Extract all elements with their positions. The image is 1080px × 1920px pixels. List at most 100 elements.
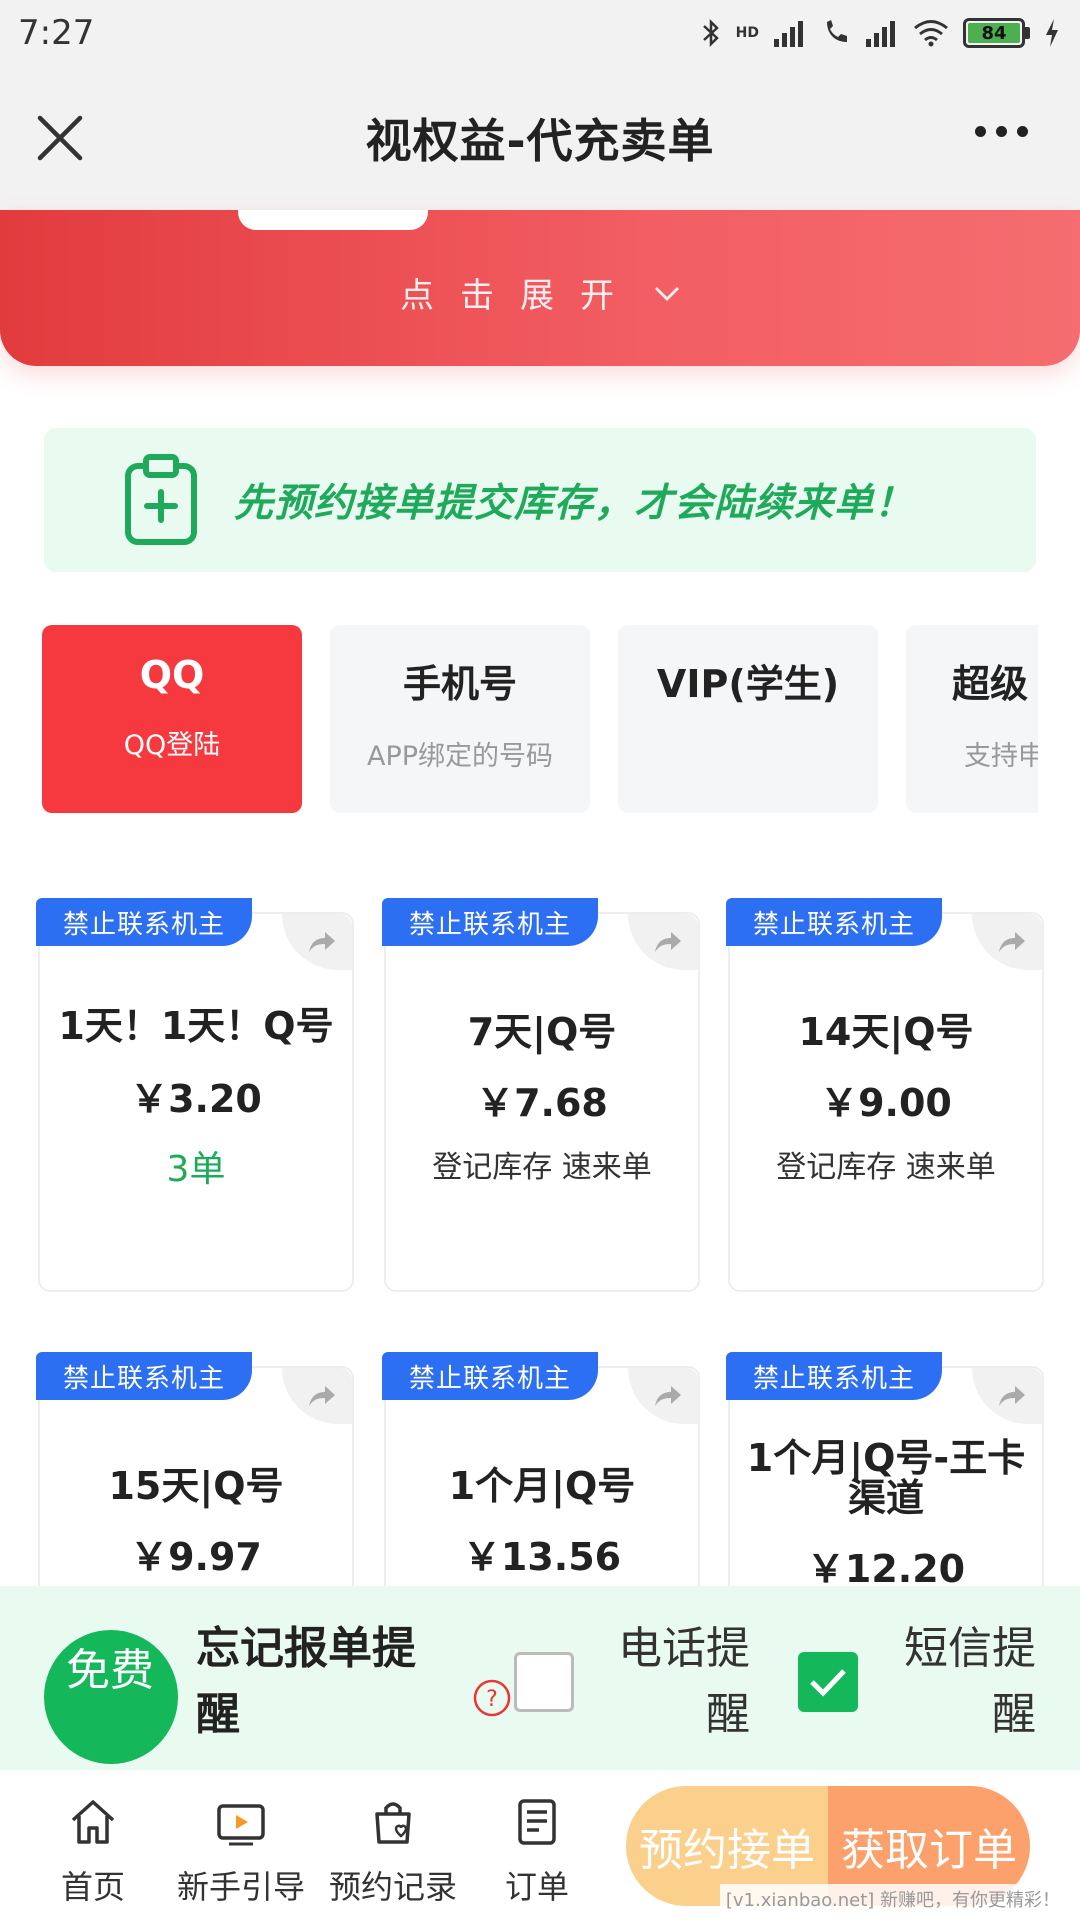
category-title: 超级 bbox=[952, 662, 1029, 706]
status-time: 7:27 bbox=[18, 13, 95, 53]
clipboard-plus-icon bbox=[125, 454, 197, 545]
status-bar: 7:27 HD 84 bbox=[0, 0, 1080, 66]
nav-label: 预约记录 bbox=[328, 1868, 457, 1906]
battery-icon: 84 bbox=[963, 18, 1030, 48]
share-icon bbox=[999, 932, 1025, 952]
product-name: 7天|Q号 bbox=[467, 1010, 617, 1054]
hd-signal-label: HD bbox=[735, 25, 759, 41]
stock-tag: 登记库存 速来单 bbox=[432, 1150, 652, 1185]
no-contact-badge: 禁止联系机主 bbox=[36, 898, 252, 946]
question-circle-icon[interactable]: ? bbox=[472, 1678, 512, 1718]
close-button[interactable] bbox=[34, 112, 86, 164]
phone-reminder-checkbox[interactable] bbox=[514, 1652, 574, 1712]
product-card[interactable]: 禁止联系机主 1个月|Q号-王卡渠道 ￥12.20 bbox=[726, 1352, 1044, 1606]
category-title: QQ bbox=[139, 653, 205, 697]
more-dot-icon bbox=[996, 126, 1007, 137]
stock-tag: 登记库存 速来单 bbox=[776, 1150, 996, 1185]
product-card[interactable]: 禁止联系机主 1个月|Q号 ￥13.56 bbox=[382, 1352, 700, 1606]
product-price: ￥9.97 bbox=[130, 1535, 262, 1579]
sms-reminder-label: 短信提醒 bbox=[904, 1623, 1036, 1740]
product-name: 14天|Q号 bbox=[798, 1010, 974, 1054]
category-tabs: QQ QQ登陆 手机号 APP绑定的号码 VIP(学生) 超级 支持申 bbox=[42, 625, 1038, 813]
share-icon bbox=[309, 1386, 335, 1406]
more-dot-icon bbox=[975, 126, 986, 137]
no-contact-badge: 禁止联系机主 bbox=[382, 898, 598, 946]
signal-bars-icon bbox=[774, 21, 803, 47]
nav-item-reservations[interactable]: 预约记录 bbox=[318, 1796, 468, 1908]
call-icon bbox=[827, 20, 847, 42]
category-tab-super[interactable]: 超级 支持申 bbox=[906, 625, 1038, 813]
checkmark-icon bbox=[810, 1669, 846, 1697]
reminder-title: 忘记报单提醒 bbox=[196, 1623, 416, 1740]
status-icons: HD 84 bbox=[700, 17, 1060, 49]
category-title: 手机号 bbox=[402, 662, 517, 706]
banner-tab bbox=[238, 210, 428, 230]
nav-item-home[interactable]: 首页 bbox=[18, 1796, 168, 1908]
share-icon bbox=[309, 932, 335, 952]
category-subtitle: QQ登陆 bbox=[123, 730, 221, 761]
share-button[interactable] bbox=[628, 914, 698, 970]
nav-label: 订单 bbox=[504, 1868, 569, 1906]
share-button[interactable] bbox=[628, 1368, 698, 1424]
more-dot-icon bbox=[1017, 126, 1028, 137]
play-video-icon bbox=[217, 1804, 265, 1846]
signal-bars-2-icon bbox=[866, 21, 895, 47]
category-tab-qq[interactable]: QQ QQ登陆 bbox=[42, 625, 302, 813]
product-name: 1个月|Q号 bbox=[448, 1464, 636, 1508]
product-name: 15天|Q号 bbox=[108, 1464, 284, 1508]
reminder-bar: 免费 忘记报单提醒 ? 电话提醒 短信提醒 bbox=[0, 1586, 1080, 1770]
product-price: ￥12.20 bbox=[806, 1547, 966, 1591]
sms-reminder-checkbox[interactable] bbox=[798, 1652, 858, 1712]
no-contact-badge: 禁止联系机主 bbox=[36, 1352, 252, 1400]
category-subtitle: APP绑定的号码 bbox=[366, 741, 554, 772]
nav-label: 首页 bbox=[60, 1868, 125, 1906]
share-button[interactable] bbox=[282, 914, 352, 970]
product-card[interactable]: 禁止联系机主 1天！1天！Q号 ￥3.20 3单 bbox=[36, 898, 354, 1292]
product-card[interactable]: 禁止联系机主 14天|Q号 ￥9.00 登记库存 速来单 bbox=[726, 898, 1044, 1292]
notice-text: 先预约接单提交库存，才会陆续来单！ bbox=[234, 481, 915, 526]
no-contact-badge: 禁止联系机主 bbox=[382, 1352, 598, 1400]
product-card[interactable]: 禁止联系机主 15天|Q号 ￥9.97 bbox=[36, 1352, 354, 1606]
title-bar: 视权益-代充卖单 bbox=[0, 66, 1080, 210]
share-icon bbox=[999, 1386, 1025, 1406]
notice-banner: 先预约接单提交库存，才会陆续来单！ bbox=[44, 428, 1036, 572]
product-card[interactable]: 禁止联系机主 7天|Q号 ￥7.68 登记库存 速来单 bbox=[382, 898, 700, 1292]
charging-icon bbox=[1046, 19, 1058, 47]
order-count: 3单 bbox=[166, 1149, 226, 1190]
header-banner: 点击展开 bbox=[0, 210, 1080, 366]
more-options-button[interactable] bbox=[975, 126, 1028, 137]
product-price: ￥9.00 bbox=[820, 1081, 952, 1125]
watermark: [v1.xianbao.net] 新赚吧，有你更精彩！ bbox=[719, 1884, 1066, 1914]
chevron-down-icon bbox=[655, 286, 679, 301]
product-price: ￥7.68 bbox=[476, 1081, 608, 1125]
nav-label: 新手引导 bbox=[176, 1868, 305, 1906]
bluetooth-icon bbox=[702, 18, 719, 48]
category-subtitle: 支持申 bbox=[964, 741, 1038, 772]
share-button[interactable] bbox=[282, 1368, 352, 1424]
close-icon bbox=[37, 115, 83, 161]
nav-item-guide[interactable]: 新手引导 bbox=[166, 1796, 316, 1908]
product-name: 1天！1天！Q号 bbox=[58, 1004, 334, 1048]
share-button[interactable] bbox=[972, 1368, 1042, 1424]
wifi-icon bbox=[914, 20, 948, 47]
category-tab-phone[interactable]: 手机号 APP绑定的号码 bbox=[330, 625, 590, 813]
free-badge: 免费 bbox=[44, 1630, 178, 1764]
category-title: VIP(学生) bbox=[656, 662, 840, 706]
bottom-nav: 首页 新手引导 预约记录 订单 预约接单 获取订单 [v1.xianbao.ne… bbox=[0, 1770, 1080, 1920]
share-icon bbox=[655, 932, 681, 952]
svg-text:?: ? bbox=[486, 1687, 498, 1712]
expand-label: 点击展开 bbox=[400, 276, 640, 316]
product-name: 1个月|Q号-王卡渠道 bbox=[746, 1436, 1026, 1520]
document-icon bbox=[518, 1799, 556, 1845]
expand-button[interactable]: 点击展开 bbox=[0, 268, 1080, 317]
home-icon bbox=[71, 1800, 115, 1844]
no-contact-badge: 禁止联系机主 bbox=[726, 1352, 942, 1400]
share-button[interactable] bbox=[972, 914, 1042, 970]
product-price: ￥3.20 bbox=[130, 1077, 262, 1121]
page-title: 视权益-代充卖单 bbox=[365, 114, 715, 168]
bag-heart-icon bbox=[375, 1802, 411, 1844]
nav-item-orders[interactable]: 订单 bbox=[462, 1796, 612, 1908]
no-contact-badge: 禁止联系机主 bbox=[726, 898, 942, 946]
share-icon bbox=[655, 1386, 681, 1406]
category-tab-vip-student[interactable]: VIP(学生) bbox=[618, 625, 878, 813]
